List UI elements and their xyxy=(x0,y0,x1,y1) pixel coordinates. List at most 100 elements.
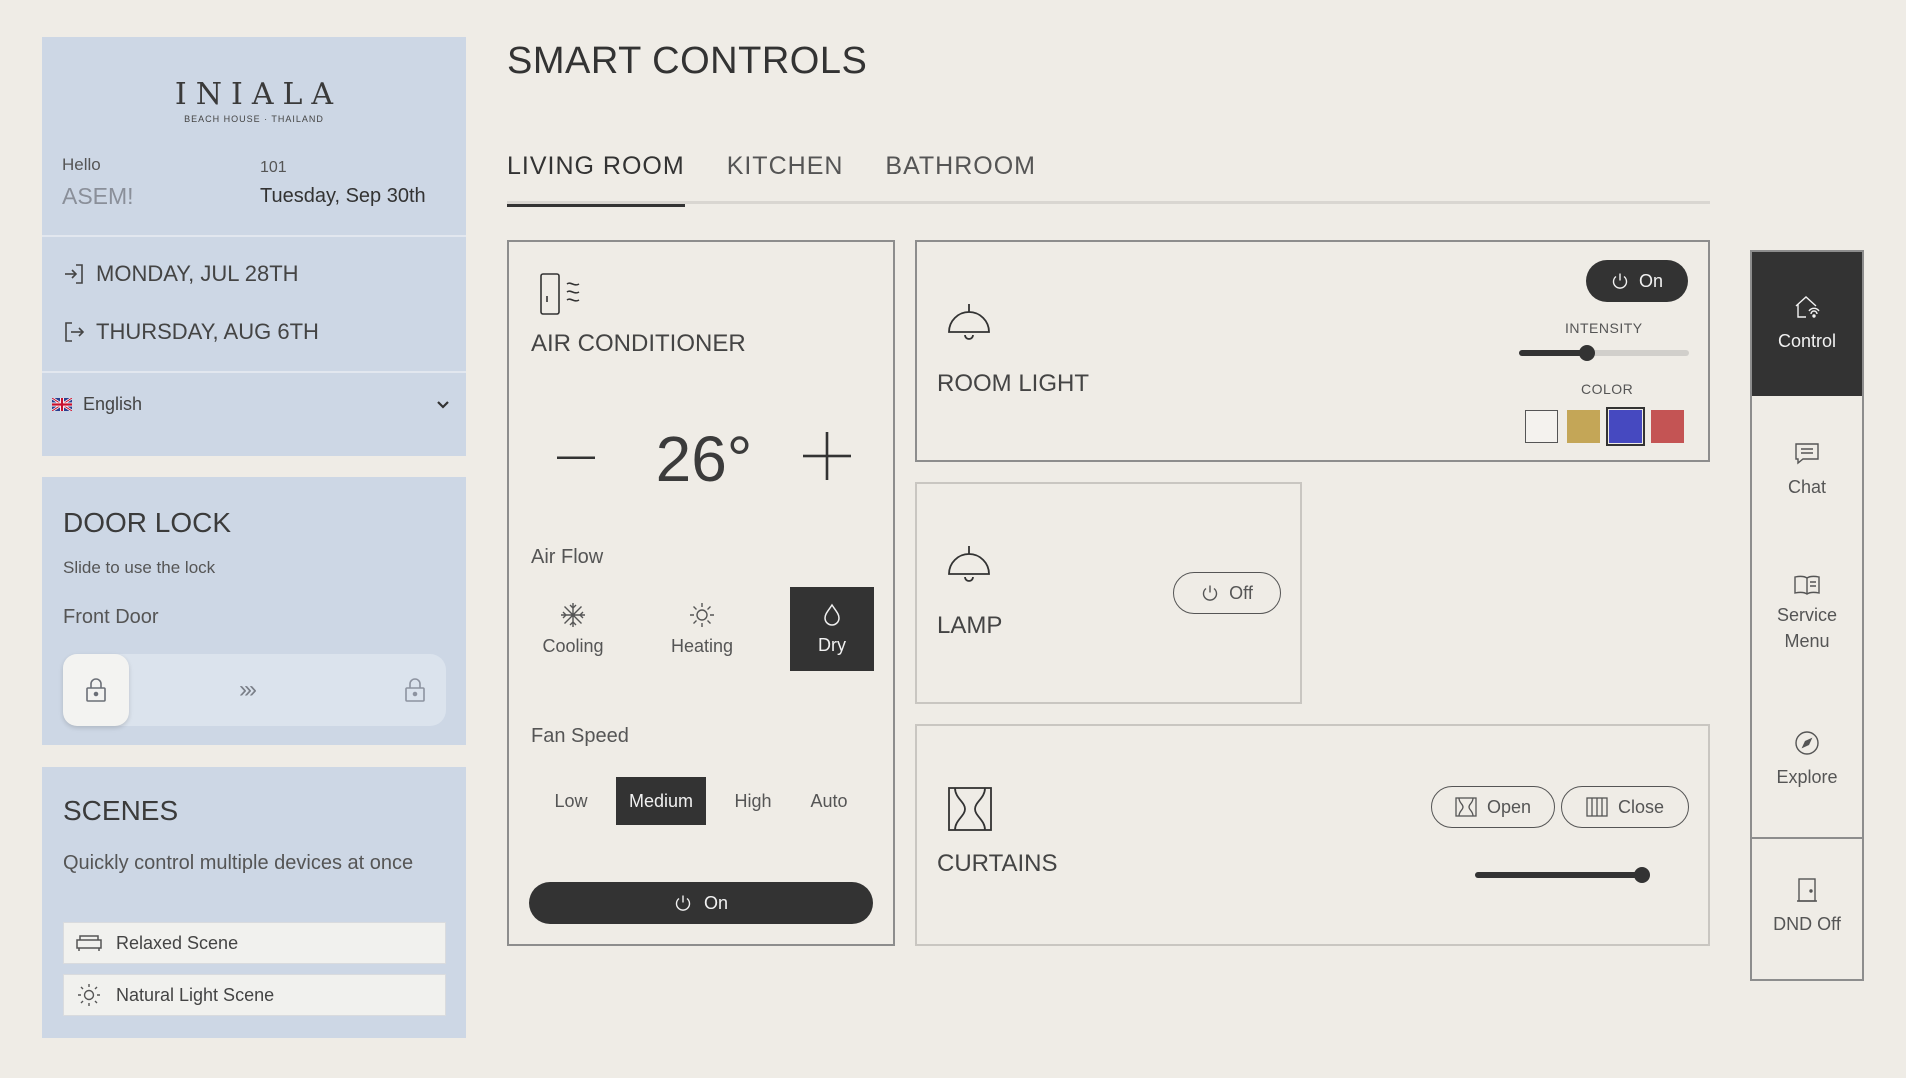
checkout-row: THURSDAY, AUG 6TH xyxy=(62,319,319,345)
ceiling-light-icon xyxy=(947,544,991,584)
color-label: COLOR xyxy=(1581,381,1634,397)
room-light-power-button[interactable]: On xyxy=(1586,260,1688,302)
ac-power-button[interactable]: On xyxy=(529,882,873,924)
increase-temperature-button[interactable] xyxy=(803,432,851,480)
guest-name: ASEM! xyxy=(62,183,134,209)
door-lock-title: DOOR LOCK xyxy=(63,507,232,538)
mode-cooling-button[interactable]: Cooling xyxy=(531,587,615,671)
lock-icon xyxy=(404,678,426,702)
nav-service-menu[interactable]: Service Menu xyxy=(1752,574,1862,654)
checkin-row: MONDAY, JUL 28TH xyxy=(62,261,299,287)
intensity-label: INTENSITY xyxy=(1565,320,1643,336)
nav-label: Chat xyxy=(1787,477,1827,497)
intensity-slider[interactable] xyxy=(1519,345,1689,361)
lock-slider-handle[interactable] xyxy=(63,654,129,726)
scene-label: Relaxed Scene xyxy=(116,932,239,953)
color-swatch-blue[interactable] xyxy=(1606,407,1645,446)
page-title: SMART CONTROLS xyxy=(507,40,868,82)
checkout-date: THURSDAY, AUG 6TH xyxy=(96,319,319,344)
open-label: Open xyxy=(1486,796,1532,817)
right-nav: Control Chat Service Menu Explore DND Off xyxy=(1750,250,1864,981)
curtains-open-button[interactable]: Open xyxy=(1431,786,1555,828)
guest-info-panel: INIALA BEACH HOUSE · THAILAND Hello ASEM… xyxy=(42,37,466,456)
uk-flag-icon xyxy=(52,398,72,411)
greeting: Hello xyxy=(62,155,101,174)
room-light-title: ROOM LIGHT xyxy=(937,370,1090,397)
fan-speed-low-button[interactable]: Low xyxy=(539,777,603,825)
fan-speed-high-button[interactable]: High xyxy=(721,777,785,825)
scenes-title: SCENES xyxy=(63,795,179,826)
natural-light-scene-button[interactable]: Natural Light Scene xyxy=(63,974,446,1016)
intensity-handle[interactable] xyxy=(1579,345,1595,361)
chevron-down-icon xyxy=(436,400,450,410)
sofa-icon xyxy=(76,934,102,952)
curtains-card: CURTAINS Open Close xyxy=(915,724,1710,946)
divider xyxy=(42,371,466,373)
lamp-power-button[interactable]: Off xyxy=(1173,572,1281,614)
power-label: On xyxy=(1638,270,1663,291)
scene-label: Natural Light Scene xyxy=(116,984,275,1005)
door-icon xyxy=(1796,877,1818,903)
air-conditioner-icon xyxy=(539,272,589,316)
nav-control[interactable]: Control xyxy=(1752,252,1862,396)
relaxed-scene-button[interactable]: Relaxed Scene xyxy=(63,922,446,964)
language-label: English xyxy=(83,394,143,414)
intensity-fill xyxy=(1519,350,1587,356)
lamp-card: LAMP Off xyxy=(915,482,1302,704)
curtains-close-button[interactable]: Close xyxy=(1561,786,1689,828)
lock-slider[interactable]: ››› xyxy=(63,654,446,726)
decrease-temperature-button[interactable] xyxy=(557,456,595,460)
curtains-title: CURTAINS xyxy=(937,850,1058,877)
tab-bathroom[interactable]: BATHROOM xyxy=(885,150,1036,204)
color-swatch-red[interactable] xyxy=(1651,410,1684,443)
tab-living-room[interactable]: LIVING ROOM xyxy=(507,150,685,207)
snowflake-icon xyxy=(560,602,586,628)
nav-label: Service Menu xyxy=(1777,602,1837,654)
color-swatch-white[interactable] xyxy=(1525,410,1558,443)
checkout-icon xyxy=(62,320,86,344)
scenes-subtitle: Quickly control multiple devices at once xyxy=(63,852,414,874)
airflow-label: Air Flow xyxy=(531,546,604,568)
mode-dry-button[interactable]: Dry xyxy=(790,587,874,671)
room-tabs: LIVING ROOM KITCHEN BATHROOM xyxy=(507,150,1710,207)
checkin-icon xyxy=(62,262,86,286)
logo-wordmark: INIALA xyxy=(174,77,343,112)
curtains-icon xyxy=(947,786,993,832)
nav-label: Control xyxy=(1777,331,1837,351)
curtain-open-icon xyxy=(1455,797,1477,817)
smart-home-icon xyxy=(1793,294,1821,320)
door-lock-subtitle: Slide to use the lock xyxy=(63,558,216,577)
chat-icon xyxy=(1794,442,1820,466)
checkin-date: MONDAY, JUL 28TH xyxy=(96,261,299,286)
nav-divider xyxy=(1752,837,1862,839)
tab-kitchen[interactable]: KITCHEN xyxy=(727,150,844,204)
fan-speed-medium-button[interactable]: Medium xyxy=(616,777,706,825)
door-name: Front Door xyxy=(63,606,159,628)
nav-label: Explore xyxy=(1776,767,1838,787)
close-label: Close xyxy=(1617,796,1665,817)
nav-dnd[interactable]: DND Off xyxy=(1752,877,1862,937)
power-icon xyxy=(1611,272,1629,290)
hotel-logo: INIALA BEACH HOUSE · THAILAND xyxy=(42,77,466,124)
nav-explore[interactable]: Explore xyxy=(1752,730,1862,790)
mode-label: Heating xyxy=(670,635,734,656)
curtain-position-slider[interactable] xyxy=(1475,867,1650,883)
room-number: 101 xyxy=(260,159,287,176)
curtain-position-handle[interactable] xyxy=(1633,867,1650,883)
color-swatch-gold[interactable] xyxy=(1567,410,1600,443)
mode-label: Dry xyxy=(818,634,846,655)
book-icon xyxy=(1793,574,1821,596)
divider xyxy=(42,235,466,237)
nav-chat[interactable]: Chat xyxy=(1752,442,1862,500)
power-icon xyxy=(1201,584,1219,602)
mode-heating-button[interactable]: Heating xyxy=(660,587,744,671)
air-conditioner-card: AIR CONDITIONER 26° Air Flow Cooling Hea… xyxy=(507,240,895,946)
slide-arrows: ››› xyxy=(239,676,257,703)
temperature-value: 26° xyxy=(655,423,753,495)
scenes-panel: SCENES Quickly control multiple devices … xyxy=(42,767,466,1038)
nav-label: DND Off xyxy=(1773,914,1841,934)
nav-label-line: Service xyxy=(1776,605,1838,625)
fan-speed-auto-button[interactable]: Auto xyxy=(797,777,861,825)
language-selector[interactable]: English xyxy=(52,394,450,415)
lamp-title: LAMP xyxy=(937,612,1003,639)
